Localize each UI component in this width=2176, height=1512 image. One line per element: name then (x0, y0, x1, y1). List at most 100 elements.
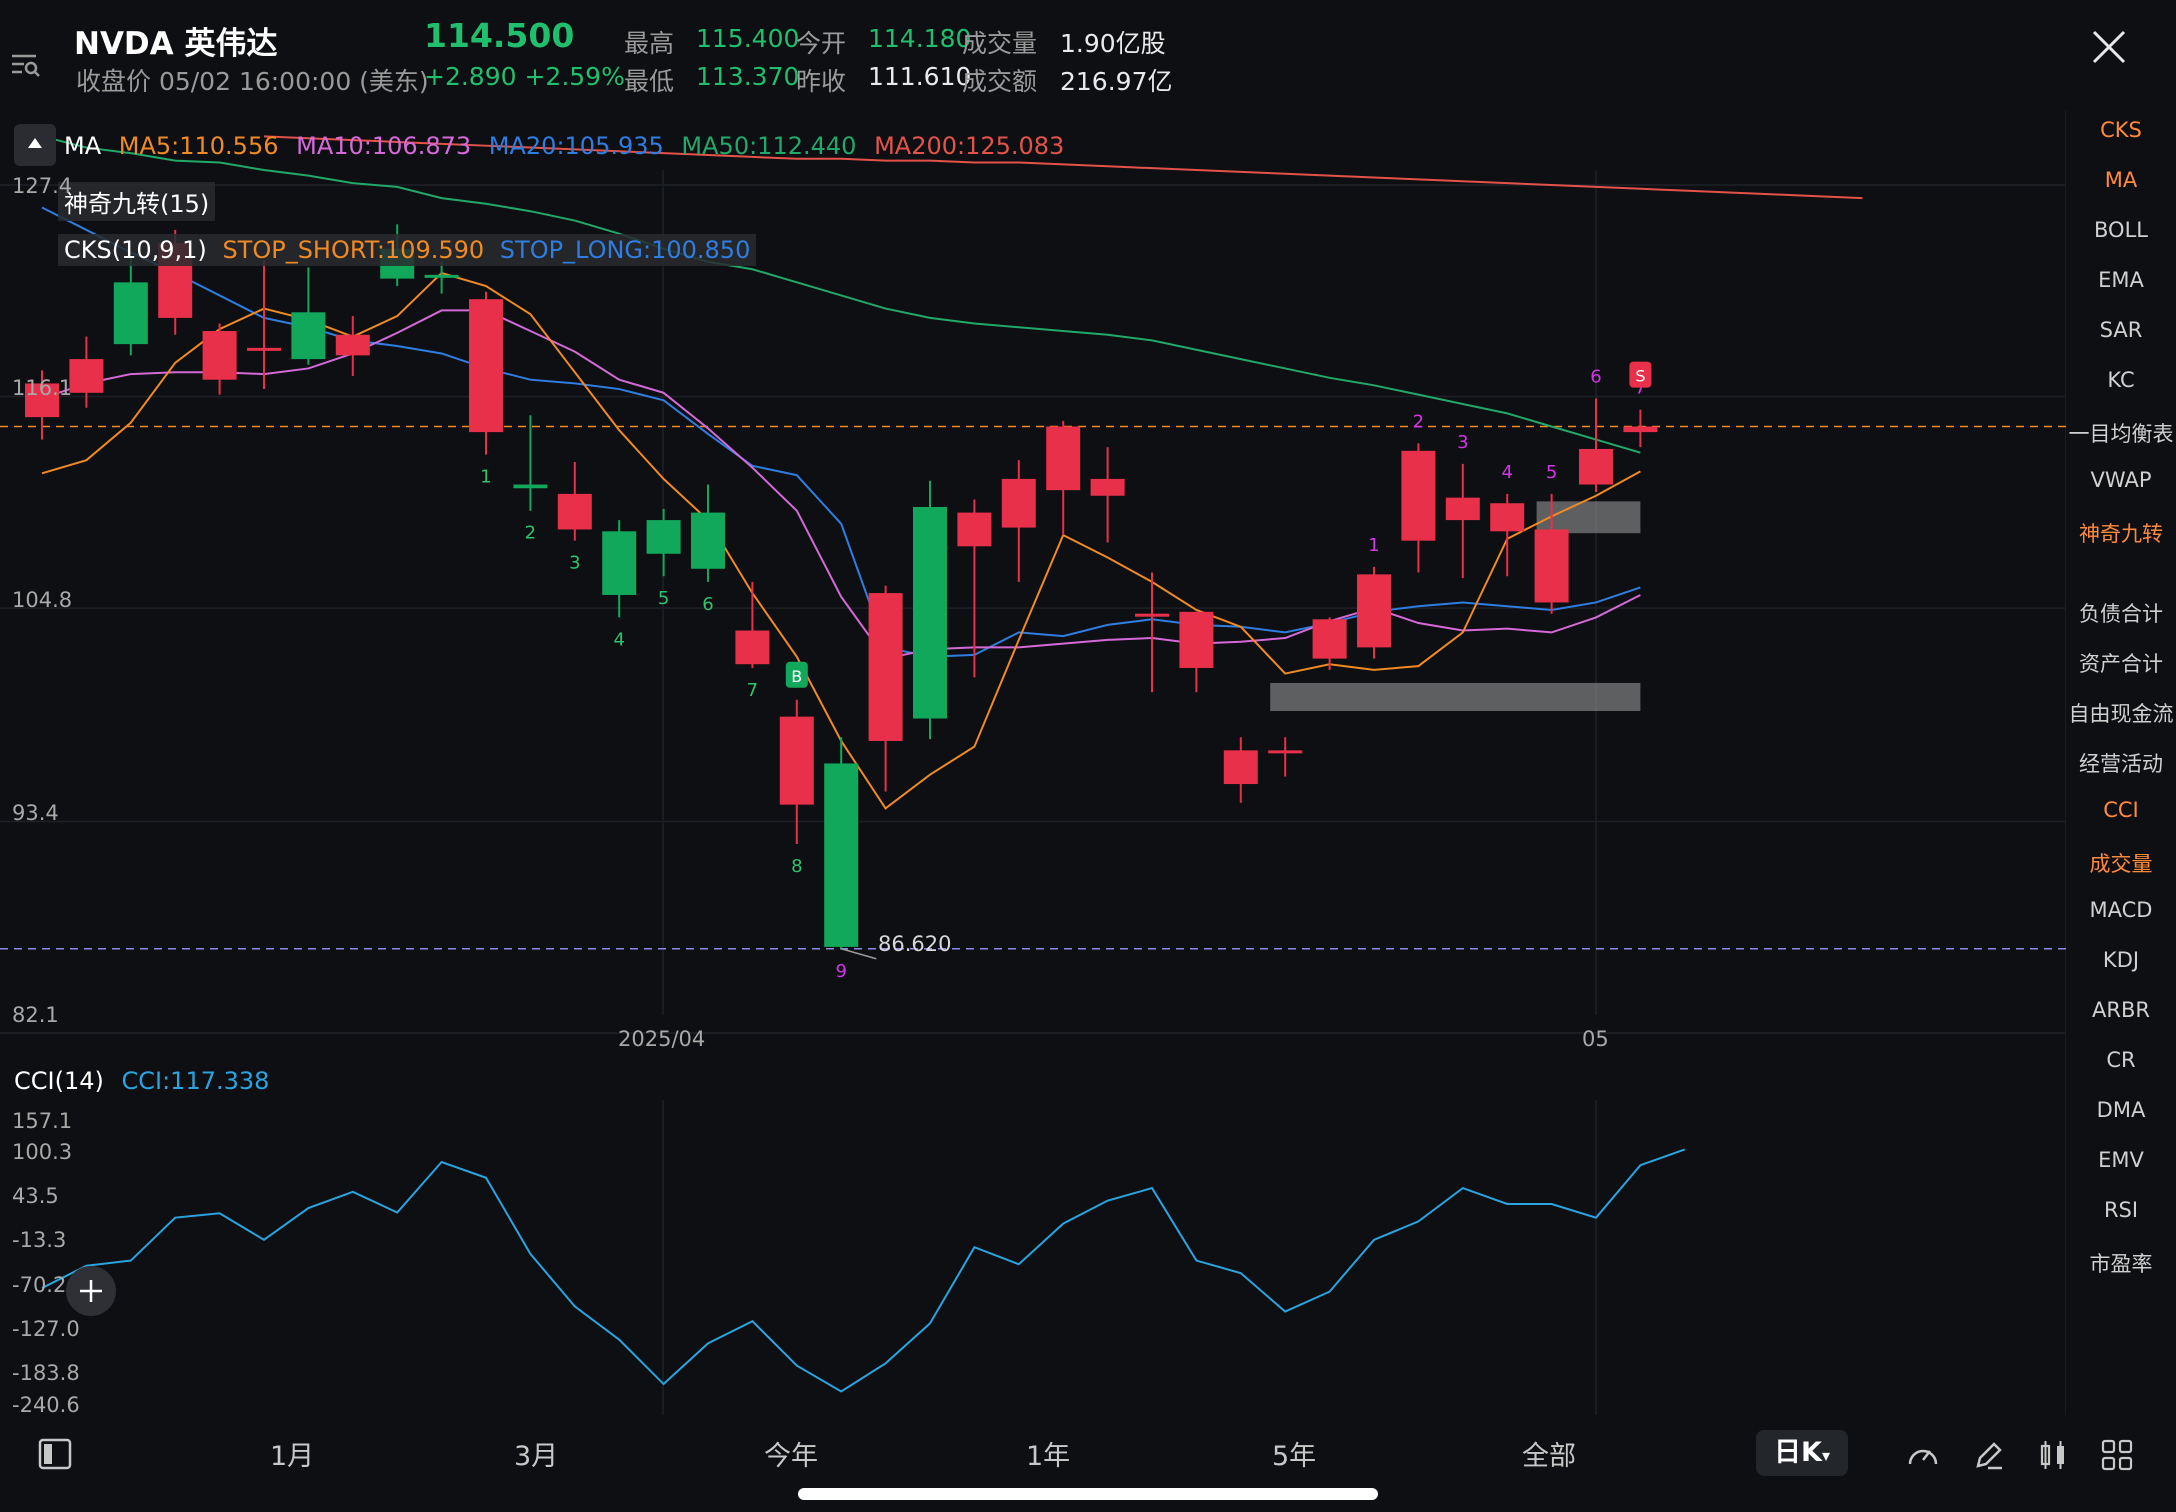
range-tab-1y[interactable]: 1年 (1026, 1434, 1070, 1473)
candle-body (646, 520, 681, 554)
ma50-value: MA50:112.440 (681, 132, 857, 160)
ma-title: MA (64, 132, 102, 160)
ma-collapse-toggle[interactable] (14, 124, 56, 166)
candle-body (1090, 478, 1125, 496)
td-count-label: 3 (569, 553, 580, 574)
indicator-item[interactable]: MA (2066, 168, 2176, 192)
close-icon[interactable] (2088, 26, 2130, 68)
stop-long-zone (1270, 682, 1641, 712)
candle-body (247, 347, 281, 351)
indicator-item[interactable]: KDJ (2066, 948, 2176, 972)
candle-body (1312, 619, 1347, 659)
candle-body (1135, 613, 1169, 617)
candle-style-icon[interactable] (2036, 1438, 2070, 1472)
indicator-item[interactable]: KC (2066, 368, 2176, 392)
candle-body (1401, 450, 1436, 541)
indicator-item[interactable]: DMA (2066, 1098, 2176, 1122)
ma10-line (41, 309, 1641, 660)
candles (25, 224, 1658, 949)
td-count-label: 6 (1590, 366, 1601, 387)
td-count-label: 7 (747, 680, 758, 701)
candle-body (69, 359, 104, 393)
cci-axis-label: -127.0 (12, 1317, 80, 1341)
td-count-label: 8 (791, 856, 802, 877)
indicator-item[interactable]: 自由现金流 (2066, 698, 2176, 728)
td-count-label: 6 (702, 594, 713, 615)
candle-body (735, 630, 770, 665)
td-count-label: 5 (658, 588, 669, 609)
range-tab-ytd[interactable]: 今年 (764, 1434, 818, 1473)
price-axis-label: 104.8 (12, 588, 73, 612)
kline-chart[interactable]: 12345 67891234 567BS (0, 0, 2066, 1420)
home-indicator (798, 1488, 1378, 1500)
candle-body (1268, 750, 1303, 754)
cci-line (41, 1148, 1686, 1393)
ma20-value: MA20:105.935 (488, 132, 664, 160)
candle-body (1001, 478, 1036, 528)
ma-legend: MA MA5:110.556 MA10:106.873 MA20:105.935… (64, 132, 1064, 160)
indicator-item[interactable]: CCI (2066, 798, 2176, 822)
price-axis-label: 127.4 (12, 174, 73, 198)
stop-long-value: STOP_LONG:100.850 (499, 236, 751, 264)
price-axis-label: 93.4 (12, 801, 59, 825)
candle-body (602, 531, 637, 595)
candle-body (202, 331, 237, 380)
indicator-item[interactable]: RSI (2066, 1198, 2176, 1222)
indicator-item[interactable]: 资产合计 (2066, 648, 2176, 678)
indicator-item[interactable]: VWAP (2066, 468, 2176, 492)
cci-title: CCI(14) (14, 1067, 104, 1095)
range-tab-5y[interactable]: 5年 (1272, 1434, 1316, 1473)
chart-grid (0, 110, 2066, 1415)
td-count-label: 5 (1546, 462, 1557, 483)
period-selector[interactable]: 日K▾ (1756, 1430, 1848, 1476)
indicator-item[interactable]: 经营活动 (2066, 748, 2176, 778)
cci-axis-label: 157.1 (12, 1109, 73, 1133)
layout-toggle-icon[interactable] (38, 1438, 72, 1470)
td-count-label: 1 (480, 467, 491, 488)
candle-body (424, 274, 459, 278)
indicator-item[interactable]: 市盈率 (2066, 1248, 2176, 1278)
td-count-label: 4 (613, 629, 624, 650)
indicator-item[interactable]: BOLL (2066, 218, 2176, 242)
draw-pen-icon[interactable] (1972, 1438, 2006, 1472)
candle-body (1579, 448, 1613, 485)
candle-body (113, 282, 148, 345)
indicator-item[interactable]: MACD (2066, 898, 2176, 922)
range-tab-1m[interactable]: 1月 (270, 1434, 314, 1473)
indicator-item[interactable]: 成交量 (2066, 848, 2176, 878)
indicator-item[interactable]: EMA (2066, 268, 2176, 292)
candle-body (1223, 750, 1258, 785)
grid-menu-icon[interactable] (2100, 1438, 2134, 1472)
candle-body (1445, 497, 1480, 521)
cci-value: CCI:117.338 (121, 1067, 270, 1095)
indicator-item[interactable]: SAR (2066, 318, 2176, 342)
low-price-marker: 86.620 (878, 932, 952, 956)
indicator-item[interactable]: CR (2066, 1048, 2176, 1072)
add-indicator-button[interactable] (66, 1266, 116, 1316)
cks-zones (1270, 501, 1641, 712)
caret-down-icon: ▾ (1821, 1446, 1830, 1465)
indicator-item[interactable]: CKS (2066, 118, 2176, 142)
indicator-item[interactable]: 负债合计 (2066, 598, 2176, 628)
plus-icon (80, 1280, 102, 1302)
indicator-item[interactable]: ARBR (2066, 998, 2176, 1022)
cks-title: CKS(10,9,1) (64, 236, 207, 264)
price-axis-label: 116.1 (12, 376, 73, 400)
stop-short-value: STOP_SHORT:109.590 (222, 236, 485, 264)
period-label: 日K (1774, 1437, 1822, 1468)
ma200-value: MA200:125.083 (874, 132, 1065, 160)
indicator-item[interactable]: 神奇九转 (2066, 518, 2176, 548)
triangle-up-icon (28, 138, 42, 148)
speedometer-icon[interactable] (1906, 1438, 1940, 1472)
cci-axis-label: 100.3 (12, 1140, 73, 1164)
td-count-label: 1 (1368, 535, 1379, 556)
candle-body (469, 299, 503, 433)
indicator-item[interactable]: 一目均衡表 (2066, 418, 2176, 448)
range-tab-3m[interactable]: 3月 (514, 1434, 558, 1473)
ma50-line (41, 135, 1641, 454)
candle-body (1179, 611, 1214, 668)
price-axis-label: 82.1 (12, 1003, 59, 1027)
td-count-label: 4 (1501, 462, 1512, 483)
range-tab-all[interactable]: 全部 (1522, 1434, 1576, 1473)
indicator-item[interactable]: EMV (2066, 1148, 2176, 1172)
